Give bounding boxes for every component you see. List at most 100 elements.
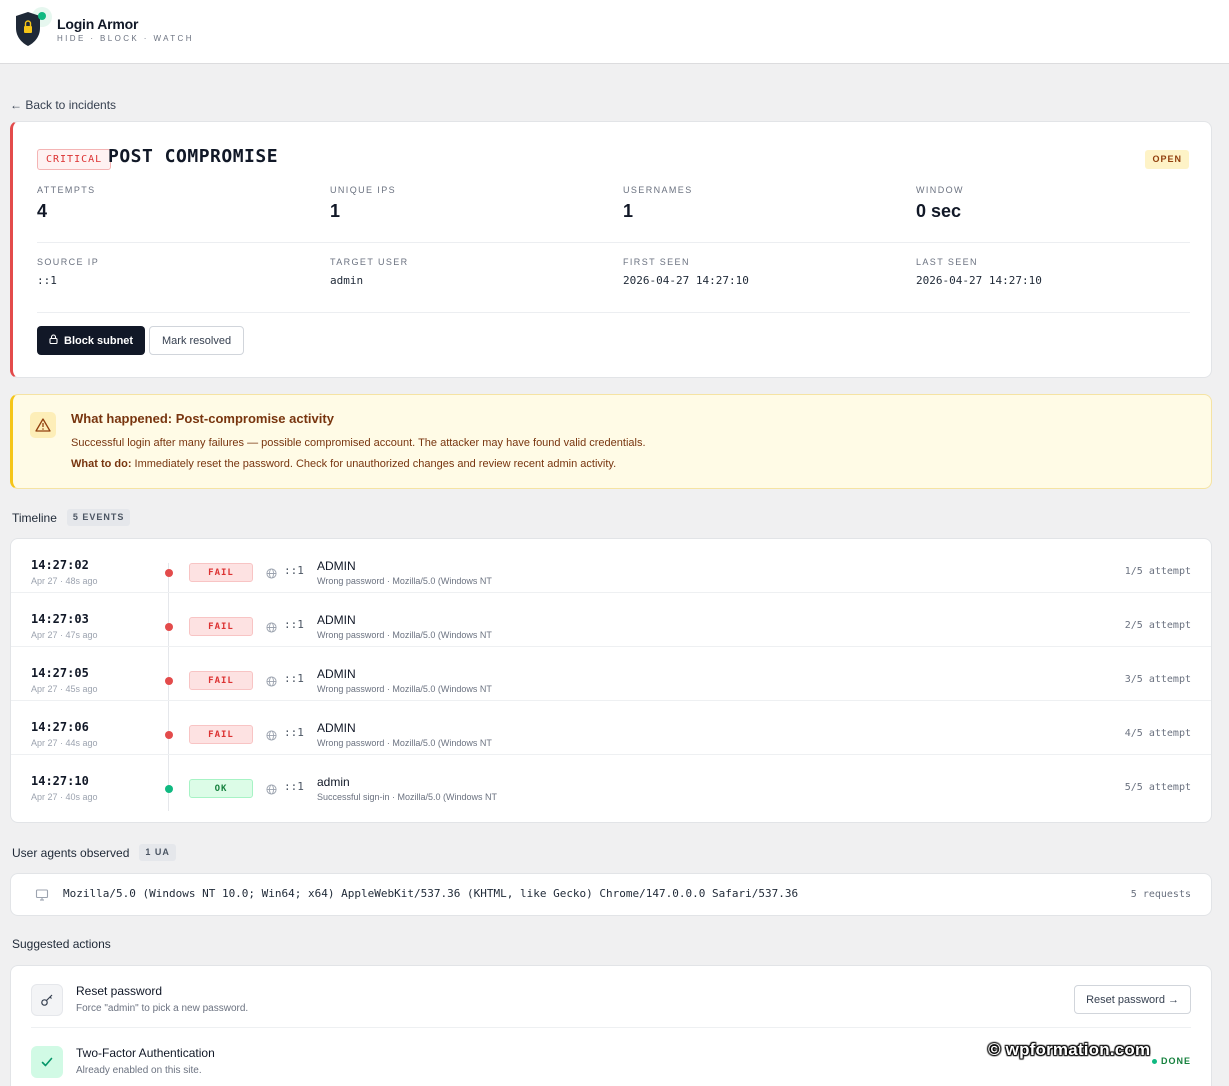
done-status: DONE xyxy=(1151,1056,1191,1066)
event-username: ADMIN xyxy=(317,721,356,735)
event-attempt: 2/5 attempt xyxy=(1124,620,1191,631)
ua-count-badge: 1 UA xyxy=(139,844,176,861)
event-username: admin xyxy=(317,775,350,789)
event-ip: ::1 xyxy=(284,564,304,577)
alert-todo: What to do: Immediately reset the passwo… xyxy=(71,458,616,470)
stat-value: 1 xyxy=(330,201,341,221)
user-agents-heading: User agents observed 1 UA xyxy=(12,844,176,861)
event-relative-time: Apr 27 · 48s ago xyxy=(31,576,98,586)
event-ip: ::1 xyxy=(284,618,304,631)
meta-first-seen: FIRST SEEN 2026-04-27 14:27:10 xyxy=(623,257,749,287)
meta-last-seen: LAST SEEN 2026-04-27 14:27:10 xyxy=(916,257,1042,287)
event-time: 14:27:10 xyxy=(31,774,89,788)
key-icon xyxy=(31,984,63,1016)
reset-password-button[interactable]: Reset password → xyxy=(1074,985,1191,1014)
event-attempt: 1/5 attempt xyxy=(1124,566,1191,577)
alert-todo-label: What to do: xyxy=(71,458,132,470)
done-dot xyxy=(1151,1058,1157,1064)
status-badge: OPEN xyxy=(1145,150,1189,169)
timeline-row: 14:27:03 Apr 27 · 47s ago FAIL::1 ADMIN Wron… xyxy=(11,593,1211,647)
shield-lock-icon xyxy=(10,6,54,50)
meta-label: FIRST SEEN xyxy=(623,257,690,267)
event-dot xyxy=(165,623,173,631)
timeline-row: 14:27:05Apr 27 · 45s ago FAIL::1 ADMINWron… xyxy=(11,647,1211,701)
stat-unique-ips: UNIQUE IPS 1 xyxy=(330,185,396,222)
user-agent-row: Mozilla/5.0 (Windows NT 10.0; Win64; x64… xyxy=(10,873,1212,916)
stat-usernames: USERNAMES 1 xyxy=(623,185,693,222)
meta-value: 2026-04-27 14:27:10 xyxy=(916,274,1042,287)
action-reset-password: Reset password Force "admin" to pick a n… xyxy=(31,966,1191,1028)
event-dot xyxy=(165,785,173,793)
globe-icon xyxy=(266,567,277,579)
suggested-actions-card: Reset password Force "admin" to pick a n… xyxy=(10,965,1212,1086)
alert-todo-text: Immediately reset the password. Check fo… xyxy=(131,458,617,470)
stat-label: USERNAMES xyxy=(623,185,693,195)
event-ip: ::1 xyxy=(284,726,304,739)
event-time: 14:27:06 xyxy=(31,720,89,734)
event-time: 14:27:03 xyxy=(31,612,89,626)
event-status-badge: FAIL xyxy=(189,671,253,690)
timeline-row: 14:27:10 Apr 27 · 40s ago OK::1 admin Succes… xyxy=(11,755,1211,809)
stat-value: 0 sec xyxy=(916,201,962,221)
suggested-actions-heading: Suggested actions xyxy=(12,937,111,951)
stat-value: 1 xyxy=(623,201,634,221)
brand-tagline: HIDE · BLOCK · WATCH xyxy=(57,34,194,43)
stat-label: WINDOW xyxy=(916,185,964,195)
action-subtitle: Force "admin" to pick a new password. xyxy=(76,1003,249,1014)
meta-value: 2026-04-27 14:27:10 xyxy=(623,274,749,287)
stat-window: WINDOW 0 sec xyxy=(916,185,964,222)
stat-value: 4 xyxy=(37,201,48,221)
lock-icon xyxy=(49,334,58,347)
monitor-icon xyxy=(35,888,49,902)
globe-icon xyxy=(266,675,277,687)
top-bar: Login Armor HIDE · BLOCK · WATCH xyxy=(0,0,1229,64)
ua-request-count: 5 requests xyxy=(1130,889,1191,900)
event-username: ADMIN xyxy=(317,667,356,681)
meta-source-ip: SOURCE IP ::1 xyxy=(37,257,99,287)
alert-title: What happened: Post-compromise activity xyxy=(71,411,334,426)
event-relative-time: Apr 27 · 47s ago xyxy=(31,630,98,640)
user-agents-title: User agents observed xyxy=(12,845,130,860)
event-username: ADMIN xyxy=(317,559,356,573)
stat-label: UNIQUE IPS xyxy=(330,185,397,195)
mark-resolved-button[interactable]: Mark resolved xyxy=(149,326,245,355)
event-time: 14:27:05 xyxy=(31,666,89,680)
event-relative-time: Apr 27 · 45s ago xyxy=(31,684,98,694)
action-title: Two-Factor Authentication xyxy=(76,1046,215,1060)
event-attempt: 5/5 attempt xyxy=(1124,782,1191,793)
action-title: Reset password xyxy=(76,984,163,998)
timeline-title: Timeline xyxy=(12,510,57,525)
event-status-badge: FAIL xyxy=(189,563,253,582)
event-detail: Successful sign-in · Mozilla/5.0 (Window… xyxy=(317,792,498,802)
event-detail: Wrong password · Mozilla/5.0 (Windows NT xyxy=(317,684,492,694)
event-status-badge: FAIL xyxy=(189,617,253,636)
meta-label: LAST SEEN xyxy=(916,257,978,267)
globe-icon xyxy=(266,729,277,741)
action-subtitle: Already enabled on this site. xyxy=(76,1065,202,1076)
back-to-incidents-link[interactable]: ← Back to incidents xyxy=(10,98,116,112)
stat-attempts: ATTEMPTS 4 xyxy=(37,185,96,222)
meta-value: ::1 xyxy=(37,274,57,287)
event-ip: ::1 xyxy=(284,672,304,685)
watermark: © wpformation.com xyxy=(988,1040,1151,1059)
event-detail: Wrong password · Mozilla/5.0 (Windows NT xyxy=(317,738,492,748)
what-happened-alert: What happened: Post-compromise activity … xyxy=(10,394,1212,489)
stat-label: ATTEMPTS xyxy=(37,185,96,195)
event-dot xyxy=(165,569,173,577)
severity-badge: CRITICAL xyxy=(37,149,112,170)
done-label: DONE xyxy=(1160,1056,1191,1066)
event-attempt: 4/5 attempt xyxy=(1124,728,1191,739)
timeline-row: 14:27:06 Apr 27 · 44s ago FAIL::1 ADMIN Wron… xyxy=(11,701,1211,755)
meta-label: SOURCE IP xyxy=(37,257,100,267)
warning-triangle-icon xyxy=(30,412,56,438)
event-status-badge: OK xyxy=(189,779,253,798)
event-attempt: 3/5 attempt xyxy=(1124,674,1191,685)
block-subnet-button[interactable]: Block subnet xyxy=(37,326,146,355)
event-dot xyxy=(165,731,173,739)
timeline-heading: Timeline 5 EVENTS xyxy=(12,509,131,526)
alert-description: Successful login after many failures — p… xyxy=(71,437,646,449)
event-ip: ::1 xyxy=(284,780,304,793)
event-time: 14:27:02 xyxy=(31,558,89,572)
event-relative-time: Apr 27 · 44s ago xyxy=(31,738,98,748)
meta-label: TARGET USER xyxy=(330,257,409,267)
